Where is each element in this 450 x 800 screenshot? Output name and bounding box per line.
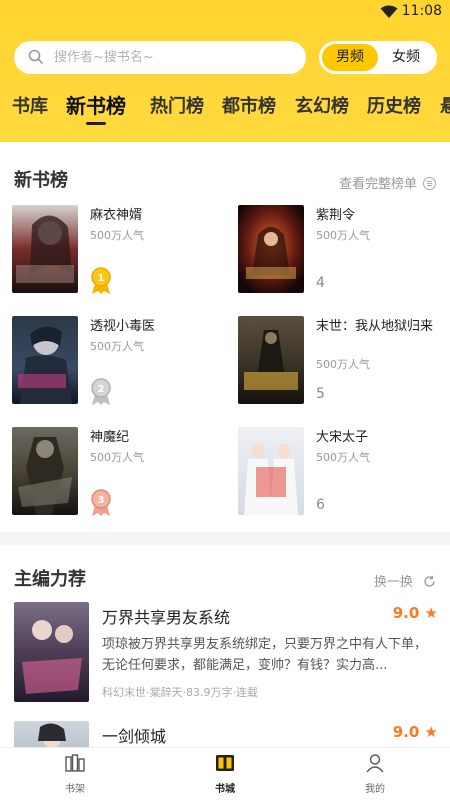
search-icon [28,49,44,69]
bronze-medal-icon: 3 [90,489,112,517]
tab-bookshelf-label: 书架 [65,784,85,795]
bookshelf-icon [65,754,85,772]
book-cover [12,205,78,293]
book-cover [238,316,304,404]
book-title: 末世：我从地狱归来 [316,319,434,334]
editor-picks-section: 主编力荐 换一换 万界共享男友系统 9.0 ★ 项琼被万界共享男友系统绑定，只要… [0,545,450,755]
refresh-label: 换一换 [373,575,413,590]
book-popularity: 500万人气 [316,229,370,242]
view-full-list-label: 查看完整榜单 [338,177,417,192]
wifi-icon [380,4,398,23]
category-tabs: 书库 新书榜 热门榜 都市榜 玄幻榜 历史榜 悬 [0,90,450,130]
score-value: 9.0 [392,723,420,741]
profile-icon [366,754,384,773]
active-tab-indicator [86,122,106,125]
rank-item[interactable]: 末世：我从地狱归来 500万人气 5 [238,316,448,416]
star-icon: ★ [424,723,438,741]
rank-item[interactable]: 神魔纪 500万人气 3 [12,427,222,527]
view-full-list-link[interactable]: 查看完整榜单 [339,173,436,192]
book-meta: 科幻末世·棠辞天·83.9万字·连载 [102,686,258,699]
medal-number: 2 [98,384,105,395]
star-icon: ★ [424,604,438,622]
book-popularity: 500万人气 [316,451,370,464]
book-title: 紫荆令 [316,208,356,223]
gender-male-button[interactable]: 男频 [322,44,378,71]
gold-medal-icon: 1 [90,267,112,295]
book-title: 麻衣神婿 [90,208,143,223]
section-title-new-books: 新书榜 [14,170,68,191]
silver-medal-icon: 2 [90,378,112,406]
rank-item[interactable]: 紫荆令 500万人气 4 [238,205,448,305]
book-popularity: 500万人气 [90,340,144,353]
rank-item[interactable]: 透视小毒医 500万人气 2 [12,316,222,416]
rank-number: 5 [316,386,325,402]
book-cover [238,205,304,293]
bottom-tab-bar: 书架 书城 我的 [0,747,450,800]
recommend-item[interactable]: 万界共享男友系统 9.0 ★ 项琼被万界共享男友系统绑定，只要万界之中有人下单，… [14,602,438,704]
list-icon [423,177,436,190]
gender-female-button[interactable]: 女频 [378,44,434,71]
book-title: 一剑倾城 [102,727,167,746]
rank-number: 6 [316,497,325,513]
tab-history[interactable]: 历史榜 [367,92,421,118]
bookstore-icon [216,755,234,771]
tab-bookshelf[interactable]: 书架 [35,752,115,795]
status-bar: 11:08 [0,0,450,24]
rank-item[interactable]: 大宋太子 500万人气 6 [238,427,448,527]
book-cover [12,427,78,515]
tab-new-books[interactable]: 新书榜 [66,90,126,119]
tab-more[interactable]: 悬 [440,92,450,118]
tab-urban[interactable]: 都市榜 [222,92,276,118]
book-score: 9.0 ★ [393,604,438,622]
rank-number: 4 [316,275,325,291]
refresh-button[interactable]: 换一换 [374,571,436,590]
tab-bookstore[interactable]: 书城 [185,752,265,795]
tab-bookstore-label: 书城 [215,784,235,795]
refresh-icon [424,575,435,587]
book-score: 9.0 ★ [393,723,438,741]
medal-number: 1 [98,273,105,284]
new-books-section: 新书榜 查看完整榜单 麻衣神婿 500万人气 1 透视小毒医 500万人气 2 … [0,142,450,532]
tab-fantasy[interactable]: 玄幻榜 [295,92,349,118]
book-description: 项琼被万界共享男友系统绑定，只要万界之中有人下单，无论任何要求，都能满足，变帅？… [102,637,428,673]
rank-item[interactable]: 麻衣神婿 500万人气 1 [12,205,222,305]
gender-switch: 男频 女频 [319,41,437,74]
book-title: 透视小毒医 [90,319,156,334]
tab-library[interactable]: 书库 [12,92,48,118]
book-title: 万界共享男友系统 [102,608,231,627]
book-popularity: 500万人气 [90,451,144,464]
tab-profile-label: 我的 [365,784,385,795]
status-time: 11:08 [401,3,442,19]
book-cover [238,427,304,515]
search-bar[interactable] [14,41,306,74]
medal-number: 3 [98,495,105,506]
book-title: 神魔纪 [90,430,130,445]
tab-hot[interactable]: 热门榜 [150,92,204,118]
score-value: 9.0 [392,604,420,622]
book-popularity: 500万人气 [316,358,370,371]
book-cover [12,316,78,404]
search-input[interactable] [54,41,294,74]
book-title: 大宋太子 [316,430,369,445]
book-cover [14,602,89,702]
book-popularity: 500万人气 [90,229,144,242]
tab-profile[interactable]: 我的 [335,752,415,795]
section-title-editor-picks: 主编力荐 [14,569,86,590]
